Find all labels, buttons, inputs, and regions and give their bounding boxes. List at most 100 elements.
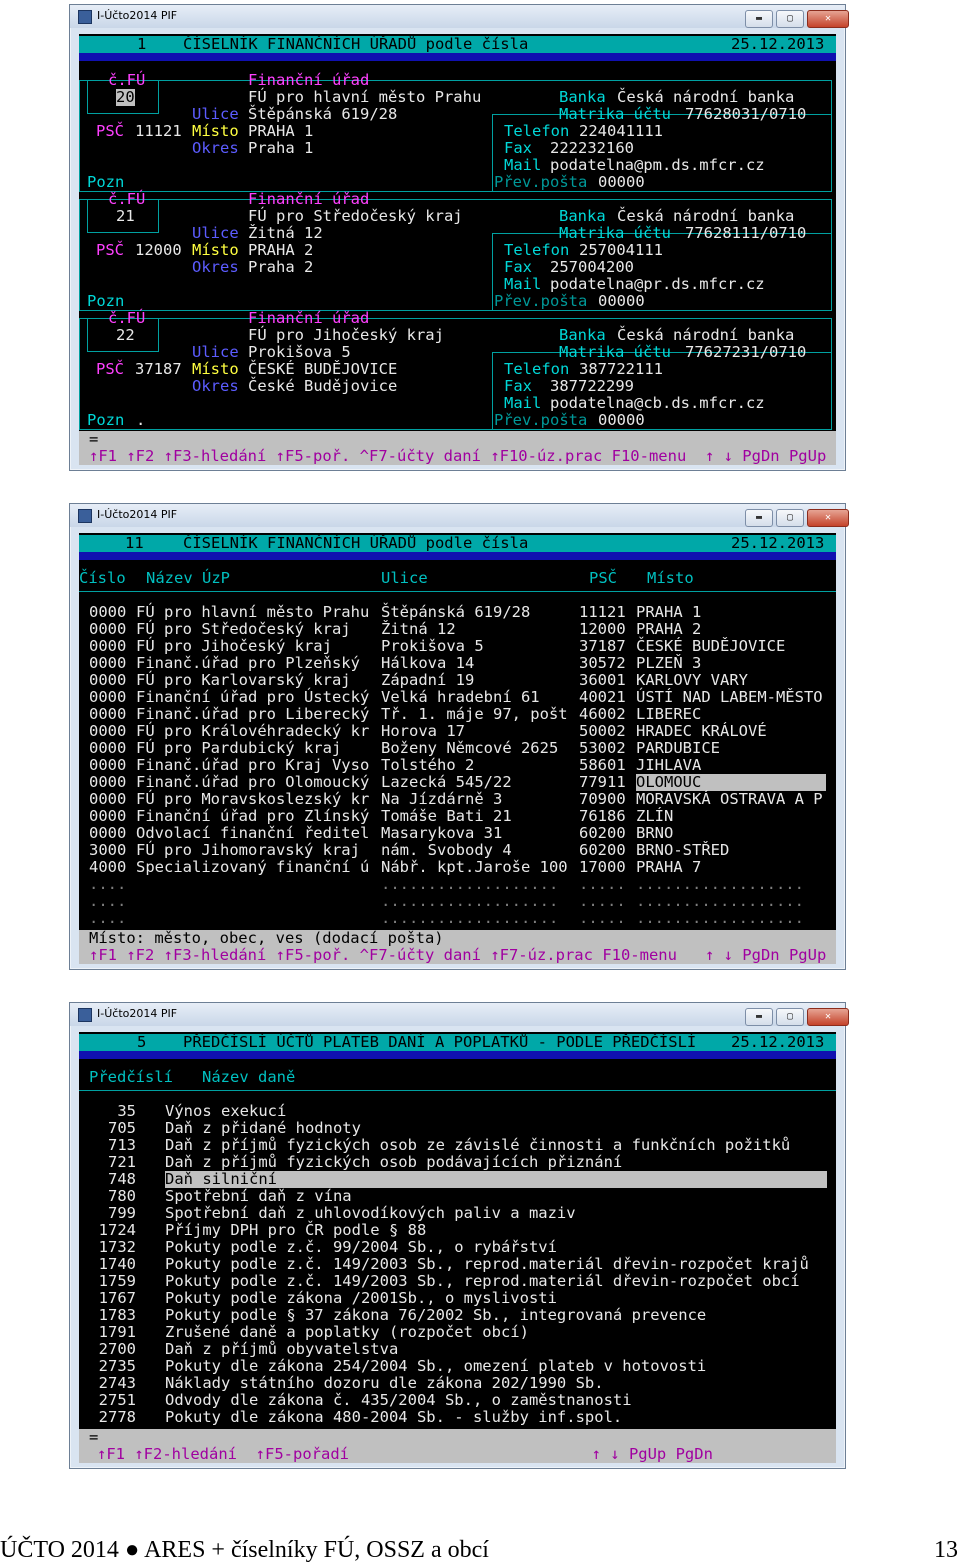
table-row[interactable]: 799 Spotřební daň z uhlovodíkových paliv …	[79, 1205, 836, 1222]
record-zip-field[interactable]: 11121	[135, 123, 182, 140]
table-row[interactable]: 0000 FÚ pro Karlovarský kraj Západní 19 360…	[79, 672, 836, 689]
record-name-field[interactable]: FÚ pro Středočeský kraj	[248, 208, 463, 225]
table-row[interactable]: 0000 Finanční úřad pro Zlínský Tomáše Bati…	[79, 808, 836, 825]
table-row[interactable]: 0000 FÚ pro Pardubický kraj Boženy Němcové…	[79, 740, 836, 757]
record-bank-field[interactable]: Česká národní banka	[617, 327, 794, 344]
table-row[interactable]: 0000 Finanční úřad pro Ústecký Velká hrade…	[79, 689, 836, 706]
function-key[interactable]: F10-menu	[612, 447, 687, 465]
function-key[interactable]: ↑F10-úz.prac	[481, 447, 612, 465]
table-row[interactable]: 2743 Náklady státního dozoru dle zákona 2…	[79, 1375, 836, 1392]
record-district-field[interactable]: Praha 1	[248, 140, 313, 157]
record-fax-field[interactable]: 222232160	[550, 140, 634, 157]
function-key[interactable]: ↑F1	[97, 1445, 125, 1463]
record-district-field[interactable]: České Budějovice	[248, 378, 397, 395]
record-name-field[interactable]: FÚ pro hlavní město Prahu	[248, 89, 481, 106]
window-titlebar[interactable]: I-Účto2014 PIF ▬ ▢ ✕	[70, 5, 849, 28]
minimize-button[interactable]: ▬	[745, 1008, 773, 1026]
function-key[interactable]: ↑F5-pořadí	[246, 1445, 349, 1463]
record-number-field[interactable]: 22	[116, 327, 135, 344]
function-key[interactable]: ↑F5-poř.	[266, 447, 359, 465]
table-row[interactable]: 1759 Pokuty podle z.č. 149/2003 Sb., repr…	[79, 1273, 836, 1290]
record-fax-field[interactable]: 257004200	[550, 259, 634, 276]
fkeys-text[interactable]: ↑F1 ↑F2 ↑F3-hledání ↑F5-poř. ^F7-účty da…	[89, 448, 826, 465]
table-row[interactable]: 0000 Finanč.úřad pro Kraj Vyso Tolstého 2 5…	[79, 757, 836, 774]
table-row[interactable]: 0000 Finanč.úřad pro Plzeňský Hálkova 14 30…	[79, 655, 836, 672]
function-key[interactable]: ↑ ↓ PgUp PgDn	[349, 1445, 713, 1463]
table-row[interactable]: 705 Daň z přidané hodnoty	[79, 1120, 836, 1137]
record-city-field[interactable]: ČESKÉ BUDĚJOVICE	[248, 361, 397, 378]
function-key[interactable]: ↑ ↓ PgDn PgUp	[677, 946, 826, 964]
table-row[interactable]: 0000 FÚ pro Královéhradecký kr Horova 17 50…	[79, 723, 836, 740]
maximize-button[interactable]: ▢	[776, 1008, 804, 1026]
function-key[interactable]: ^F7-účty daní	[360, 447, 481, 465]
function-key[interactable]: ↑F3-hledání	[164, 946, 267, 964]
table-row[interactable]: 2751 Odvody dle zákona č. 435/2004 Sb., o…	[79, 1392, 836, 1409]
record-post-field[interactable]: 00000	[598, 412, 645, 429]
table-row[interactable]: 1724 Příjmy DPH pro ČR podle § 88	[79, 1222, 836, 1239]
record-number-field[interactable]: 20	[116, 89, 135, 106]
table-row[interactable]: 1767 Pokuty podle zákona /2001Sb., o mysl…	[79, 1290, 836, 1307]
table-row[interactable]: 0000 FÚ pro Středočeský kraj Žitná 12 12000…	[79, 621, 836, 638]
table-row[interactable]: 1783 Pokuty podle § 37 zákona 76/2002 Sb.…	[79, 1307, 836, 1324]
record-phone-field[interactable]: 257004111	[579, 242, 663, 259]
close-button[interactable]: ✕	[807, 509, 849, 527]
table-row[interactable]: 4000 Specializovaný finanční ú Nábř. kpt.J…	[79, 859, 836, 876]
minimize-button[interactable]: ▬	[745, 509, 773, 527]
record-account-field[interactable]: 77628031/0710	[685, 106, 806, 123]
record-street-field[interactable]: Prokišova 5	[248, 344, 351, 361]
table-row[interactable]: ........................................…	[79, 876, 836, 893]
record-zip-field[interactable]: 37187	[135, 361, 182, 378]
table-row[interactable]: 0000 FÚ pro Jihočeský kraj Prokišova 5 3718…	[79, 638, 836, 655]
table-row[interactable]: 0000 FÚ pro hlavní město Prahu Štěpánská 6…	[79, 604, 836, 621]
record-name-field[interactable]: FÚ pro Jihočeský kraj	[248, 327, 444, 344]
record-bank-field[interactable]: Česká národní banka	[617, 208, 794, 225]
function-key[interactable]: F10-menu	[602, 946, 677, 964]
function-key[interactable]: ↑ ↓ PgDn PgUp	[686, 447, 826, 465]
record-mail-field[interactable]: podatelna@pr.ds.mfcr.cz	[550, 276, 765, 293]
table-row[interactable]: 0000 Odvolací finanční ředitel Masarykova …	[79, 825, 836, 842]
table-row[interactable]: 721 Daň z příjmů fyzických osob podávajíc…	[79, 1154, 836, 1171]
table-row[interactable]: 0000 Finanč.úřad pro Olomoucký Lazecká 545…	[79, 774, 836, 791]
record-city-field[interactable]: PRAHA 2	[248, 242, 313, 259]
record-post-field[interactable]: 00000	[598, 293, 645, 310]
table-row[interactable]: 35 Výnos exekucí	[79, 1103, 836, 1120]
table-row[interactable]: 2735 Pokuty dle zákona 254/2004 Sb., omez…	[79, 1358, 836, 1375]
table-row[interactable]: 748 Daň silniční	[79, 1171, 836, 1188]
close-button[interactable]: ✕	[807, 1008, 849, 1026]
record-account-field[interactable]: 77627231/0710	[685, 344, 806, 361]
record-city-field[interactable]: PRAHA 1	[248, 123, 313, 140]
record-post-field[interactable]: 00000	[598, 174, 645, 191]
function-key[interactable]: ↑F2	[117, 946, 164, 964]
function-key[interactable]: ↑F1	[89, 946, 117, 964]
record-mail-field[interactable]: podatelna@pm.ds.mfcr.cz	[550, 157, 765, 174]
record-district-field[interactable]: Praha 2	[248, 259, 313, 276]
fkeys-text[interactable]: ↑F1 ↑F2 ↑F3-hledání ↑F5-poř. ^F7-účty da…	[89, 947, 826, 964]
function-key[interactable]: ↑F1	[89, 447, 117, 465]
window-titlebar[interactable]: I-Účto2014 PIF ▬ ▢ ✕	[70, 504, 849, 527]
table-row[interactable]: 0000 FÚ pro Moravskoslezský kr Na Jízdárně…	[79, 791, 836, 808]
record-note-field[interactable]: .	[136, 412, 145, 429]
table-row[interactable]: 713 Daň z příjmů fyzických osob ze závisl…	[79, 1137, 836, 1154]
table-row[interactable]: ........................................…	[79, 893, 836, 910]
table-row[interactable]: 1791 Zrušené daně a poplatky (rozpočet ob…	[79, 1324, 836, 1341]
record-phone-field[interactable]: 387722111	[579, 361, 663, 378]
close-button[interactable]: ✕	[807, 10, 849, 28]
fkeys-text[interactable]: ↑F1 ↑F2-hledání ↑F5-pořadí ↑ ↓ PgUp PgDn	[97, 1446, 713, 1463]
record-street-field[interactable]: Žitná 12	[248, 225, 323, 242]
minimize-button[interactable]: ▬	[745, 10, 773, 28]
table-row[interactable]: ........................................…	[79, 910, 836, 927]
record-account-field[interactable]: 77628111/0710	[685, 225, 806, 242]
maximize-button[interactable]: ▢	[776, 509, 804, 527]
table-row[interactable]: 2700 Daň z příjmů obyvatelstva	[79, 1341, 836, 1358]
table-row[interactable]: 780 Spotřební daň z vína	[79, 1188, 836, 1205]
function-key[interactable]: ↑F7-úz.prac	[481, 946, 602, 964]
window-titlebar[interactable]: I-Účto2014 PIF ▬ ▢ ✕	[70, 1003, 849, 1026]
table-row[interactable]: 1732 Pokuty podle z.č. 99/2004 Sb., o ryb…	[79, 1239, 836, 1256]
table-row[interactable]: 1740 Pokuty podle z.č. 149/2003 Sb., repr…	[79, 1256, 836, 1273]
record-zip-field[interactable]: 12000	[135, 242, 182, 259]
table-row[interactable]: 3000 FÚ pro Jihomoravský kraj nám. Svobody…	[79, 842, 836, 859]
maximize-button[interactable]: ▢	[776, 10, 804, 28]
function-key[interactable]: ↑F3-hledání	[164, 447, 267, 465]
function-key[interactable]: ↑F2-hledání	[125, 1445, 246, 1463]
record-bank-field[interactable]: Česká národní banka	[617, 89, 794, 106]
